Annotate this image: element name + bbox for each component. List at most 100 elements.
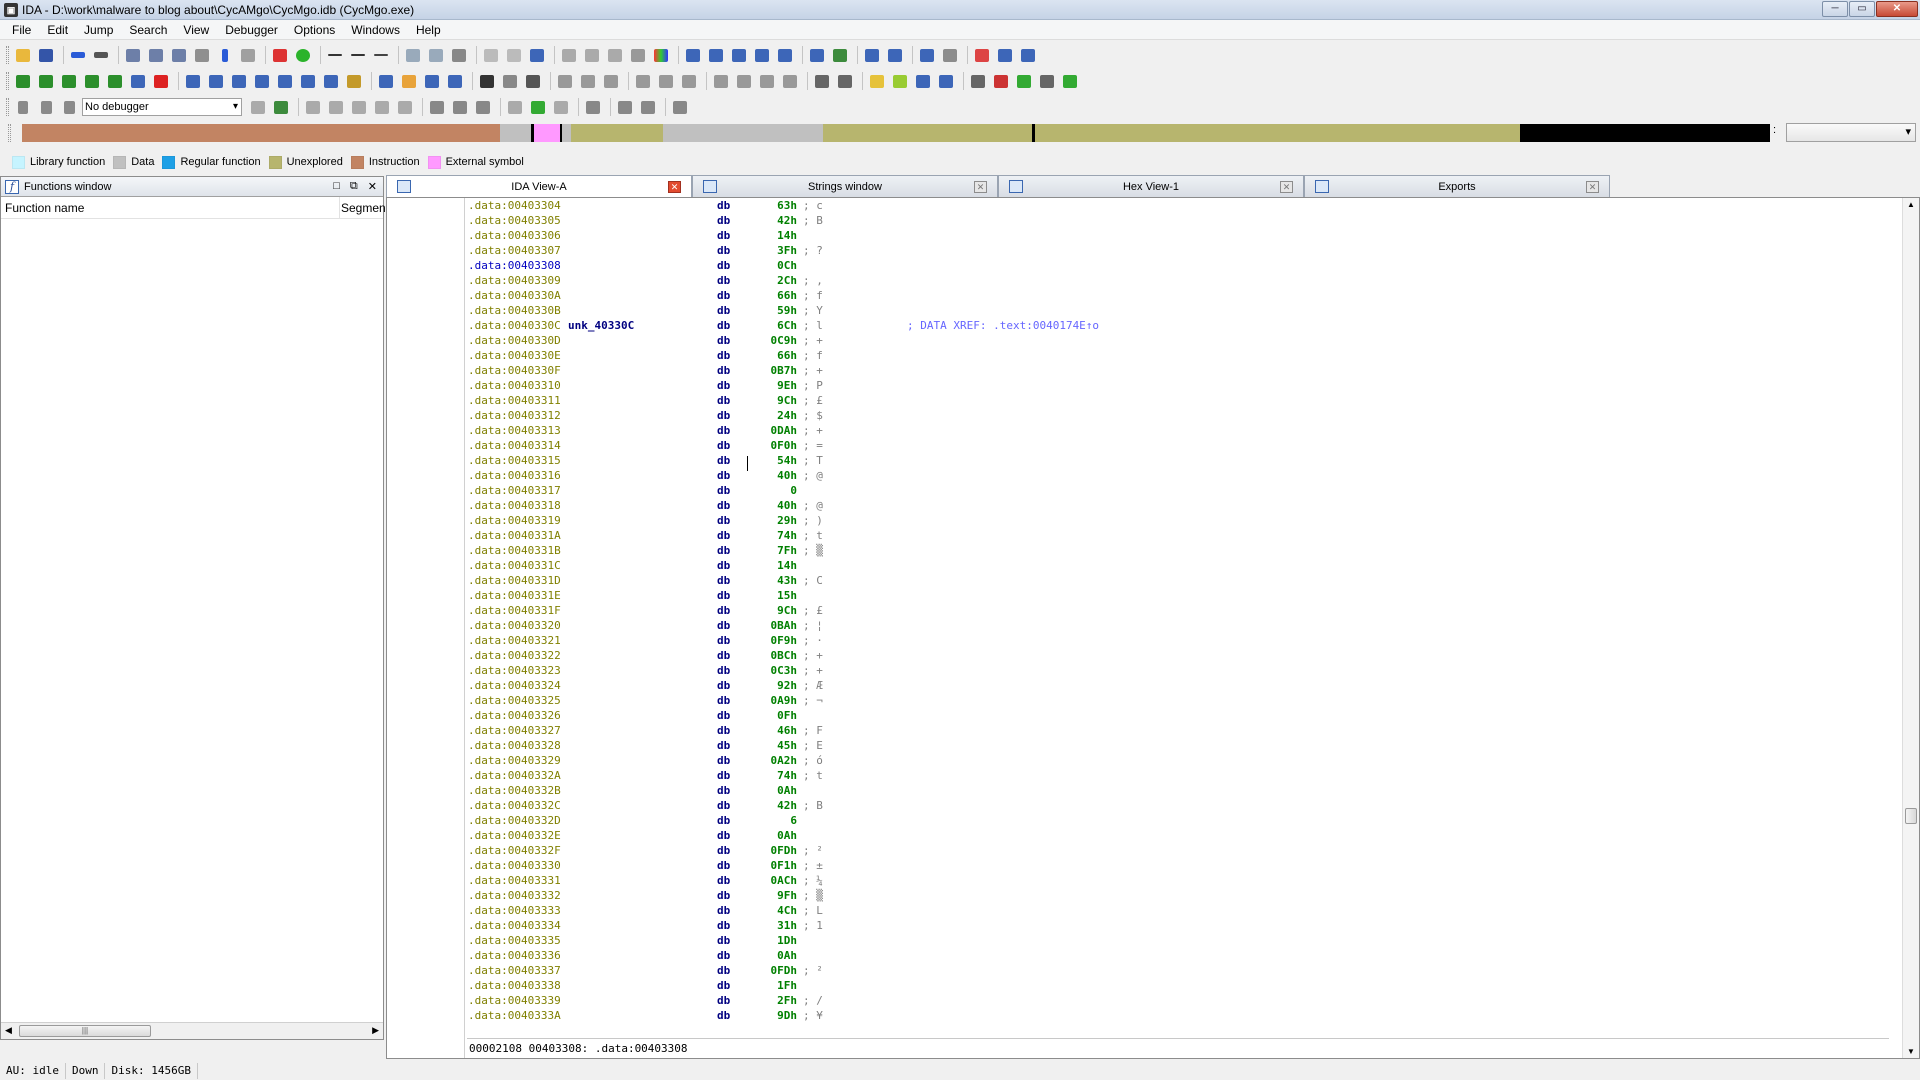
string-icon[interactable] (862, 45, 882, 65)
row-address[interactable]: .data:0040332A (468, 768, 561, 783)
listing-row[interactable]: .data:00403325 db 0A9h; ¬ (467, 693, 1889, 708)
row-address[interactable]: .data:00403325 (468, 693, 561, 708)
delete-icon[interactable] (371, 45, 391, 65)
row-value[interactable]: 40h (722, 468, 797, 483)
hide-icon[interactable] (936, 71, 956, 91)
row-address[interactable]: .data:00403332 (468, 888, 561, 903)
row-value[interactable]: 6Ch (722, 318, 797, 333)
search-all-icon[interactable] (238, 45, 258, 65)
undefine-icon[interactable] (500, 71, 520, 91)
row-address[interactable]: .data:00403316 (468, 468, 561, 483)
listing-row[interactable]: .data:00403330 db 0F1h; ± (467, 858, 1889, 873)
tab-exports[interactable]: Exports ✕ (1304, 175, 1610, 197)
listing-row[interactable]: .data:00403328 db 45h; E (467, 738, 1889, 753)
add-icon[interactable] (59, 71, 79, 91)
breakpoint-list-icon[interactable] (427, 97, 447, 117)
listing-row[interactable]: .data:0040330E db 66h; f (467, 348, 1889, 363)
row-value[interactable]: 0 (722, 483, 797, 498)
listing-row[interactable]: .data:0040332D db 6 (467, 813, 1889, 828)
row-address[interactable]: .data:0040331A (468, 528, 561, 543)
stop-icon[interactable] (59, 97, 79, 117)
play-icon[interactable] (13, 97, 33, 117)
window-icon[interactable] (683, 45, 703, 65)
expand-icon[interactable] (348, 45, 368, 65)
struct-icon[interactable] (229, 71, 249, 91)
row-address[interactable]: .data:00403305 (468, 213, 561, 228)
row-address[interactable]: .data:00403314 (468, 438, 561, 453)
listing-row[interactable]: .data:00403338 db 1Fh (467, 978, 1889, 993)
listing-row[interactable]: .data:00403309 db 2Ch; , (467, 273, 1889, 288)
navband-grip[interactable] (8, 124, 11, 142)
window-icon[interactable] (775, 45, 795, 65)
code-icon[interactable] (376, 71, 396, 91)
row-value[interactable]: 4Ch (722, 903, 797, 918)
search-imm-icon[interactable] (192, 45, 212, 65)
sort-icon[interactable] (812, 71, 832, 91)
window-icon[interactable] (706, 45, 726, 65)
listing-row[interactable]: .data:00403329 db 0A2h; ó (467, 753, 1889, 768)
listing-row[interactable]: .data:00403310 db 9Eh; P (467, 378, 1889, 393)
menu-options[interactable]: Options (286, 23, 343, 37)
graph-icon[interactable] (1014, 71, 1034, 91)
listing-row[interactable]: .data:0040330A db 66h; f (467, 288, 1889, 303)
row-address[interactable]: .data:0040332E (468, 828, 561, 843)
list-icon[interactable] (504, 45, 524, 65)
functions-horizontal-scrollbar[interactable]: ◀ ||| ▶ (1, 1022, 383, 1039)
listing-row[interactable]: .data:0040332C db 42h; B (467, 798, 1889, 813)
window-icon[interactable] (917, 45, 937, 65)
listing-row[interactable]: .data:00403334 db 31h; 1 (467, 918, 1889, 933)
disassembly-listing[interactable]: .data:00403304 db 63h; c .data:00403305 db 42… (467, 198, 1889, 1036)
trace-icon[interactable] (551, 97, 571, 117)
tab-hex-view-1[interactable]: Hex View-1 ✕ (998, 175, 1304, 197)
search-direction[interactable]: Down (66, 1063, 106, 1079)
listing-row[interactable]: .data:00403313 db 0DAh; + (467, 423, 1889, 438)
navband-select[interactable] (1786, 123, 1916, 142)
row-address[interactable]: .data:00403322 (468, 648, 561, 663)
graph-icon[interactable] (991, 71, 1011, 91)
row-value[interactable]: 0ACh (722, 873, 798, 888)
close-button[interactable]: ✕ (1876, 1, 1918, 17)
menu-search[interactable]: Search (121, 23, 175, 37)
row-address[interactable]: .data:0040330F (468, 363, 561, 378)
struct-icon[interactable] (298, 71, 318, 91)
menu-help[interactable]: Help (408, 23, 449, 37)
listing-row[interactable]: .data:00403320 db 0BAh; ¦ (467, 618, 1889, 633)
row-address[interactable]: .data:0040331B (468, 543, 561, 558)
scroll-right-icon[interactable]: ▶ (372, 1025, 379, 1036)
row-value[interactable]: 31h (722, 918, 797, 933)
listing-row[interactable]: .data:00403315 db 54h; T (467, 453, 1889, 468)
listing-row[interactable]: .data:00403319 db 29h; ) (467, 513, 1889, 528)
listing-row[interactable]: .data:0040330C unk_40330C db 6Ch; l; DATA X… (467, 318, 1889, 333)
add-icon[interactable] (105, 71, 125, 91)
row-address[interactable]: .data:00403321 (468, 633, 561, 648)
row-address[interactable]: .data:0040330A (468, 288, 561, 303)
listing-row[interactable]: .data:0040332E db 0Ah (467, 828, 1889, 843)
row-address[interactable]: .data:0040332B (468, 783, 561, 798)
row-address[interactable]: .data:00403307 (468, 243, 561, 258)
close-icon[interactable]: ✕ (668, 181, 681, 193)
toolbar-grip[interactable] (6, 98, 9, 116)
open-icon[interactable] (13, 45, 33, 65)
row-address[interactable]: .data:0040331E (468, 588, 561, 603)
float-icon[interactable]: ⧉ (350, 180, 358, 193)
row-value[interactable]: 0C9h (722, 333, 798, 348)
close-icon[interactable]: ✕ (1586, 181, 1599, 193)
function-icon[interactable] (752, 45, 772, 65)
listing-vertical-scrollbar[interactable]: ▲ ▼ (1902, 198, 1919, 1058)
trace-icon[interactable] (638, 97, 658, 117)
row-value[interactable]: 0C3h (722, 663, 798, 678)
trace-icon[interactable] (505, 97, 525, 117)
edit-icon[interactable] (344, 71, 364, 91)
offset-icon[interactable] (711, 71, 731, 91)
graph-icon[interactable] (1037, 71, 1057, 91)
function-icon[interactable] (523, 71, 543, 91)
toolbar-grip[interactable] (6, 72, 9, 90)
row-value[interactable]: 0Ah (722, 828, 797, 843)
search-next-icon[interactable] (169, 45, 189, 65)
graph-icon[interactable] (1060, 71, 1080, 91)
add-icon[interactable] (13, 71, 33, 91)
row-address[interactable]: .data:00403329 (468, 753, 561, 768)
row-value[interactable]: 1Dh (722, 933, 797, 948)
row-value[interactable]: 0BAh (722, 618, 798, 633)
row-address[interactable]: .data:00403315 (468, 453, 561, 468)
